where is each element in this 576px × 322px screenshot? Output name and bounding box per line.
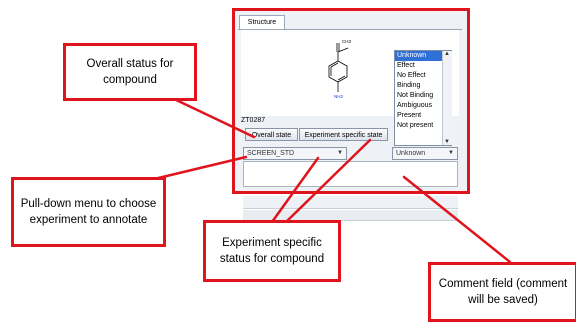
callout-experiment-status: Experiment specific status for compound: [203, 220, 341, 282]
callout-overall-status: Overall status for compound: [63, 43, 197, 101]
callout-comment-text: Comment field (comment will be saved): [438, 278, 568, 306]
callout-overall-text: Overall status for compound: [86, 58, 174, 86]
callout-pulldown-text: Pull-down menu to choose experiment to a…: [20, 198, 157, 226]
callout-experiment-text: Experiment specific status for compound: [219, 237, 325, 265]
callout-comment-field: Comment field (comment will be saved): [428, 262, 576, 322]
callout-pulldown-menu: Pull-down menu to choose experiment to a…: [11, 177, 166, 247]
